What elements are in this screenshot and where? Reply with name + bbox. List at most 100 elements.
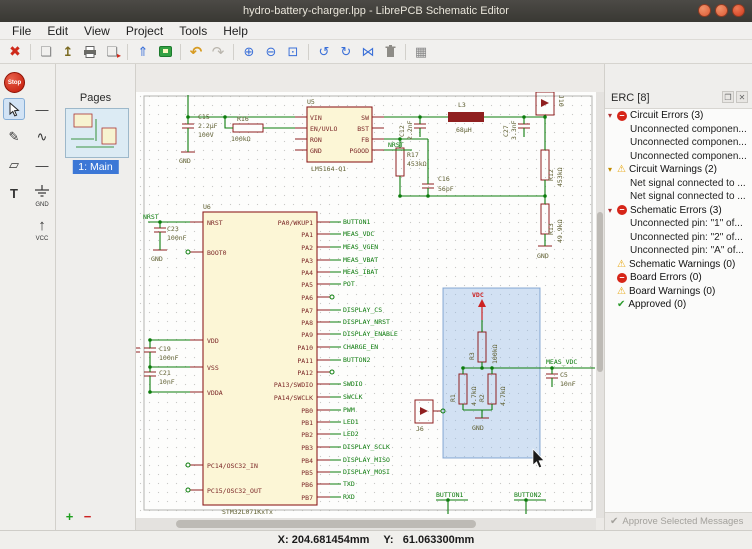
zoom-in-button[interactable]: ⊕ (238, 42, 260, 62)
schematic-canvas[interactable]: VBATC152.2µF100VGNDR16100kΩU5LM5164-Q1VI… (136, 92, 596, 518)
schematic-label[interactable]: J6 (416, 425, 424, 433)
erc-row[interactable]: Unconnected componen... (605, 150, 752, 164)
schematic-label[interactable]: MEAS_VGEN (343, 243, 378, 251)
erc-row[interactable]: ▾⚠Circuit Warnings (2) (605, 163, 752, 177)
schematic-label[interactable]: PA4 (301, 269, 313, 277)
schematic-label[interactable]: VIN (310, 114, 322, 122)
zoom-fit-button[interactable]: ⊡ (282, 42, 304, 62)
schematic-label[interactable]: BUTTON2 (343, 356, 370, 364)
schematic-label[interactable]: LED2 (343, 430, 359, 438)
schematic-label[interactable]: J10 (557, 95, 565, 107)
menu-view[interactable]: View (76, 22, 118, 40)
draw-wire-tool[interactable]: ✎ (3, 126, 25, 148)
add-netlabel-tool[interactable]: ― (31, 98, 53, 120)
schematic-label[interactable]: 453kΩ (407, 160, 427, 168)
grid-button[interactable]: ▦ (410, 42, 432, 62)
schematic-label[interactable]: BUTTON1 (343, 218, 370, 226)
rotate-ccw-button[interactable]: ↺ (313, 42, 335, 62)
schematic-label[interactable]: C27 (502, 125, 510, 137)
schematic-label[interactable]: PC14/OSC32_IN (207, 462, 258, 470)
menu-edit[interactable]: Edit (39, 22, 76, 40)
erc-row[interactable]: ▾–Schematic Errors (3) (605, 204, 752, 218)
schematic-label[interactable]: 100nF (167, 234, 187, 242)
erc-close-button[interactable]: ✕ (736, 91, 748, 103)
schematic-label[interactable]: VDD (207, 337, 219, 345)
schematic-label[interactable]: 4.7kΩ (499, 386, 507, 406)
schematic-label[interactable]: PB4 (301, 457, 313, 465)
print-button[interactable] (79, 42, 101, 62)
erc-row[interactable]: Net signal connected to ... (605, 190, 752, 204)
schematic-label[interactable]: NRST (388, 141, 404, 149)
add-gnd-tool[interactable] (31, 180, 53, 202)
schematic-label[interactable]: L3 (458, 101, 466, 109)
schematic-label[interactable]: 56pF (438, 185, 454, 193)
schematic-label[interactable]: DISPLAY_ENABLE (343, 330, 398, 338)
stop-button[interactable]: Stop (4, 72, 25, 93)
schematic-label[interactable]: SWCLK (343, 393, 363, 401)
menu-file[interactable]: File (4, 22, 39, 40)
canvas-vertical-scrollbar[interactable] (596, 92, 604, 518)
schematic-label[interactable]: PA2 (301, 244, 313, 252)
zoom-out-button[interactable]: ⊖ (260, 42, 282, 62)
draw-polygon-tool[interactable]: ▱ (3, 154, 25, 176)
schematic-label[interactable]: PB6 (301, 481, 313, 489)
schematic-label[interactable]: PA7 (301, 307, 313, 315)
schematic-label[interactable]: 100kΩ (231, 135, 251, 143)
schematic-label[interactable]: C16 (438, 175, 450, 183)
schematic-label[interactable]: 100kΩ (491, 344, 499, 364)
schematic-label[interactable]: CHARGE_EN (343, 343, 378, 351)
schematic-label[interactable]: PB2 (301, 431, 313, 439)
remove-page-button[interactable]: − (80, 509, 95, 524)
schematic-label[interactable]: PA6 (301, 294, 313, 302)
schematic-label[interactable]: VDC (472, 291, 484, 299)
schematic-label[interactable]: PA13/SWDIO (274, 381, 313, 389)
schematic-label[interactable]: MEAS_VDC (343, 230, 374, 238)
schematic-label[interactable]: PC15/OSC32_OUT (207, 487, 262, 495)
schematic-label[interactable]: 100V (198, 131, 214, 139)
board-editor-button[interactable] (154, 42, 176, 62)
schematic-label[interactable]: VBAT (176, 92, 192, 93)
schematic-label[interactable]: PB1 (301, 419, 313, 427)
schematic-label[interactable]: PA1 (301, 231, 313, 239)
schematic-label[interactable]: PA3 (301, 257, 313, 265)
schematic-label[interactable]: SWDIO (343, 380, 363, 388)
schematic-label[interactable]: STM32L071KxTx (222, 508, 273, 516)
schematic-label[interactable]: DISPLAY_SCLK (343, 443, 390, 451)
schematic-label[interactable]: BUTTON2 (514, 491, 541, 499)
erc-row[interactable]: Unconnected pin: "A" of... (605, 244, 752, 258)
schematic-label[interactable]: DISPLAY_MOSI (343, 468, 390, 476)
schematic-label[interactable]: RXD (343, 493, 355, 501)
schematic-label[interactable]: 68µH (456, 126, 472, 134)
minimize-button[interactable] (698, 4, 711, 17)
schematic-label[interactable]: 10nF (159, 378, 175, 386)
schematic-label[interactable]: R1 (449, 394, 457, 402)
redo-button[interactable]: ↷ (207, 42, 229, 62)
schematic-label[interactable]: MEAS_VBAT (343, 256, 378, 264)
rotate-cw-button[interactable]: ↻ (335, 42, 357, 62)
schematic-label[interactable]: 10nF (560, 380, 576, 388)
schematic-label[interactable]: 453kΩ (556, 167, 564, 187)
canvas-horizontal-scrollbar[interactable] (136, 518, 596, 530)
schematic-label[interactable]: MEAS_IBAT (343, 268, 378, 276)
schematic-label[interactable]: C5 (560, 371, 568, 379)
schematic-label[interactable]: POT (343, 280, 355, 288)
schematic-label[interactable]: LM5164-Q1 (311, 165, 346, 173)
schematic-label[interactable]: PGOOD (349, 147, 369, 155)
schematic-label[interactable]: TXD (343, 480, 355, 488)
schematic-label[interactable]: GND (537, 252, 549, 260)
add-text-tool[interactable]: T (3, 182, 25, 204)
draw-net-tool[interactable]: ∿ (31, 126, 53, 148)
expander-icon[interactable]: ▾ (608, 165, 617, 174)
schematic-label[interactable]: DISPLAY_MISO (343, 456, 390, 464)
schematic-label[interactable]: MEAS_VDC (546, 358, 577, 366)
schematic-label[interactable]: RON (310, 136, 322, 144)
schematic-label[interactable]: R3 (468, 352, 476, 360)
erc-row[interactable]: Unconnected pin: "1" of... (605, 217, 752, 231)
maximize-button[interactable] (715, 4, 728, 17)
schematic-label[interactable]: R13 (547, 223, 555, 235)
add-component-tool[interactable]: ― (31, 154, 53, 176)
schematic-label[interactable]: 3.3nF (510, 120, 518, 140)
schematic-label[interactable]: 2.2nF (406, 120, 414, 140)
schematic-label[interactable]: BUTTON1 (436, 491, 463, 499)
schematic-label[interactable]: R16 (237, 115, 249, 123)
